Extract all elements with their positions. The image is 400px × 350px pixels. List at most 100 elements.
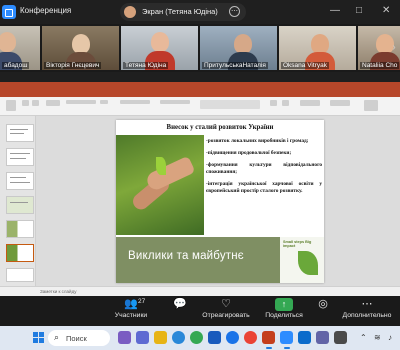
chat-button[interactable]: 💬 [171,298,189,311]
screen-share-indicator[interactable]: Экран (Тетяна Юдіна) ⋯ [120,3,246,21]
slide-thumbnail[interactable] [6,172,34,190]
participant-name: Вікторія Гнєцевич [44,62,102,69]
chrome-profile-icon[interactable] [244,331,257,344]
slide-bullet-list: -розвиток локальних виробників і громад;… [206,138,322,200]
paste-icon[interactable] [6,100,16,111]
copilot-icon[interactable] [118,331,131,344]
app-icon[interactable] [226,331,239,344]
active-app-indicator [266,347,272,349]
hands-sprout-photo [116,135,204,235]
slide-banner: Виклики та майбутнє [116,237,280,283]
more-dots-icon: ⋯ [361,298,373,310]
windows-taskbar: ⌕ Поиск ⌃ ≋ ♪ [0,326,400,350]
participant-tile-active-speaker[interactable]: Тетяна Юдіна [121,26,198,70]
participant-name: абадош [2,62,30,69]
heart-icon: ♡ [221,298,231,310]
shapes-gallery[interactable] [200,100,260,109]
slide-thumbnail-selected[interactable] [6,244,34,262]
participant-tile[interactable]: абадош [0,26,40,70]
participants-count: 27 [138,298,146,305]
participant-tile[interactable]: Oksana Vitryak [279,26,356,70]
ribbon-icon[interactable] [282,100,289,106]
chrome-icon[interactable] [190,331,203,344]
teams-icon[interactable] [136,331,149,344]
participant-name: ПритульськаНаталія [202,62,268,69]
tray-chevron-icon[interactable]: ⌃ [360,333,367,342]
slide-bullet: -підвищення продовольчої безпеки; [206,149,292,156]
active-app-indicator [284,347,290,349]
ppt-title-bar [0,82,400,90]
record-button[interactable]: ◎ [314,298,332,311]
powerpoint-icon[interactable] [262,331,275,344]
network-icon[interactable]: ≋ [374,333,381,342]
slide-thumbnail[interactable] [6,148,34,166]
participants-label: Участники [114,312,148,319]
slide-notes-hint[interactable]: Заметки к слайду [40,289,76,294]
close-button[interactable]: ✕ [382,5,390,17]
zoom-title-bar: Конференция Экран (Тетяна Юдіна) ⋯ — □ ✕ [0,0,400,24]
taskbar-search-box[interactable]: ⌕ Поиск [48,330,110,346]
maximize-button[interactable]: □ [356,5,362,17]
slide-thumbnail[interactable] [6,124,34,142]
minimize-button[interactable]: — [330,5,340,17]
slide-bullet: -інтеграція української харчової освіти … [206,180,322,195]
edge-icon[interactable] [172,331,185,344]
more-options-icon[interactable]: ⋯ [229,6,240,17]
participant-tile[interactable]: Вікторія Гнєцевич [42,26,119,70]
record-icon: ◎ [318,298,328,310]
outlook-icon[interactable] [298,331,311,344]
share-screen-icon: ↑ [275,298,293,311]
slide-thumbnail[interactable] [6,220,34,238]
ribbon-icon[interactable] [32,100,39,106]
zoom-icon[interactable] [280,331,293,344]
designer-icon[interactable] [364,100,378,111]
font-name-box[interactable] [66,100,96,104]
slide-thumbnail[interactable] [6,268,34,282]
share-status-text: Экран (Тетяна Юдіна) [142,7,218,16]
gallery-next-icon[interactable]: › [388,41,400,55]
participant-tile[interactable]: ПритульськаНаталія [200,26,277,70]
ppt-status-bar: Заметки к слайду [0,286,400,296]
current-slide: Внесок у сталий розвиток України -розвит… [116,120,324,283]
ribbon-icon[interactable] [160,100,190,104]
slide-thumbnail[interactable] [6,196,34,214]
participant-name: Oksana Vitryak [281,62,329,69]
chat-icon: 💬 [173,298,187,310]
presenter-avatar [124,6,136,18]
zoom-logo-icon [2,5,16,19]
more-button[interactable]: ⋯ Дополнительно [334,298,400,319]
ribbon-icon[interactable] [120,100,150,104]
slide-bullet: -формування культури відповідального спо… [206,161,322,175]
search-icon: ⌕ [54,332,60,342]
participant-gallery: ‹ абадош Вікторія Гнєцевич Тетяна Юдіна … [0,24,400,72]
explorer-icon[interactable] [154,331,167,344]
font-size-box[interactable] [100,100,108,104]
search-placeholder: Поиск [66,334,87,343]
teams-app-icon[interactable] [316,331,329,344]
app-icon[interactable] [334,331,347,344]
ribbon-icon[interactable] [270,100,277,106]
logo-text: Small steps Big impact [283,240,312,249]
word-icon[interactable] [208,331,221,344]
zoom-meeting-toolbar: 👥 27 Участники 💬 ♡ Отреагировать ↑ Подел… [0,296,400,326]
small-steps-logo: Small steps Big impact [280,237,324,283]
ribbon-icon[interactable] [330,100,350,106]
participants-button[interactable]: 👥 27 Участники [114,298,148,319]
slide-banner-text: Виклики та майбутнє [128,250,244,262]
ribbon-icon[interactable] [22,100,29,106]
ribbon-icon[interactable] [46,100,60,106]
ribbon-icon[interactable] [300,100,320,106]
react-button[interactable]: ♡ Отреагировать [196,298,256,319]
share-screen-button[interactable]: ↑ Поделиться [258,298,310,319]
windows-start-icon[interactable] [33,332,44,343]
ppt-ribbon [0,97,400,116]
leaf-icon [298,251,318,275]
ppt-ribbon-tabs [0,90,400,105]
more-label: Дополнительно [342,312,392,319]
volume-icon[interactable]: ♪ [388,333,392,342]
slide-bullet: -розвиток локальних виробників і громад; [206,138,309,144]
slide-title: Внесок у сталий розвиток України [166,124,274,131]
share-label: Поделиться [265,312,303,319]
react-label: Отреагировать [202,312,250,319]
participant-name: Nataliia Cho [360,62,400,69]
